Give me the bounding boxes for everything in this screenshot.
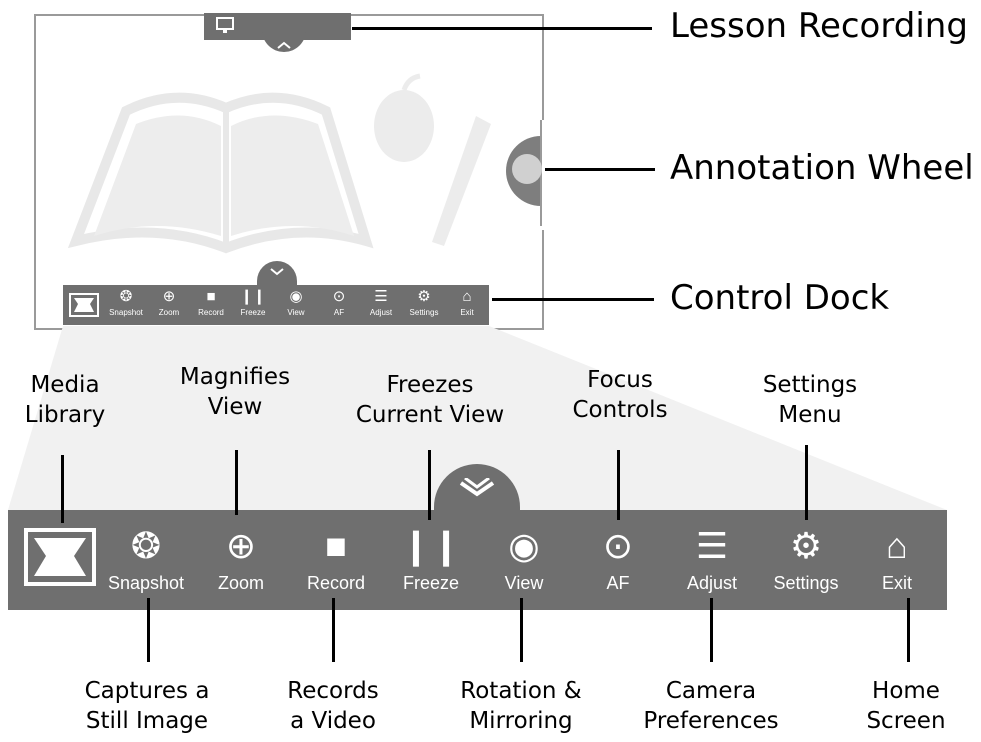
dock-small-freeze[interactable]: ❙❙ Freeze — [234, 286, 272, 317]
zoom-in-icon: ⊕ — [225, 525, 257, 566]
leader-snapshot — [147, 598, 150, 662]
crosshair-icon: ⊙ — [602, 525, 634, 566]
dock-small-view[interactable]: ◉ View — [277, 286, 315, 317]
dock-record[interactable]: ■ Record — [290, 520, 382, 594]
leader-record — [332, 598, 335, 662]
dock-small-snapshot[interactable]: ❂ Snapshot — [107, 286, 145, 317]
crosshair-icon: ⊙ — [332, 288, 346, 305]
gear-icon: ⚙ — [417, 288, 431, 305]
label-media-library: Media Library — [24, 372, 106, 428]
sliders-icon: ☰ — [374, 288, 388, 305]
aperture-icon: ❂ — [119, 288, 133, 305]
leader-adjust — [710, 598, 713, 662]
dock-small-record[interactable]: ■ Record — [192, 286, 230, 317]
callout-annotation-wheel: Annotation Wheel — [670, 148, 974, 188]
dock-small-af[interactable]: ⊙ AF — [320, 286, 358, 317]
chevron-up-icon — [277, 41, 291, 49]
video-camera-icon: ■ — [206, 288, 216, 305]
dock-snapshot[interactable]: ❂ Snapshot — [100, 520, 192, 594]
leader-freeze — [428, 450, 431, 520]
pause-icon: ❙❙ — [240, 288, 266, 305]
lesson-recording-leader — [352, 27, 652, 30]
label-camera-preferences: Camera Preferences — [643, 678, 779, 734]
chevron-down-icon — [459, 478, 495, 497]
eye-icon: ◉ — [289, 288, 303, 305]
callout-control-dock: Control Dock — [670, 278, 890, 318]
control-dock-leader — [492, 298, 654, 301]
leader-settings — [805, 445, 808, 520]
pause-icon: ❙❙ — [400, 525, 462, 566]
label-focus-controls: Focus Controls — [572, 367, 668, 423]
gear-icon: ⚙ — [789, 525, 823, 566]
annotation-wheel-leader — [545, 168, 655, 171]
label-freezes-view: Freezes Current View — [355, 372, 505, 428]
video-camera-icon: ■ — [325, 525, 347, 566]
zoom-in-icon: ⊕ — [162, 288, 176, 305]
label-captures-still: Captures a Still Image — [84, 678, 210, 734]
dock-adjust[interactable]: ☰ Adjust — [666, 520, 758, 594]
dock-zoom[interactable]: ⊕ Zoom — [195, 520, 287, 594]
dock-af[interactable]: ⊙ AF — [572, 520, 664, 594]
label-settings-menu: Settings Menu — [762, 372, 858, 428]
label-home-screen: Home Screen — [866, 678, 946, 734]
home-icon: ⌂ — [886, 525, 908, 566]
label-magnifies-view: Magnifies View — [179, 364, 291, 420]
dock-small-adjust[interactable]: ☰ Adjust — [362, 286, 400, 317]
leader-media-library — [61, 455, 64, 523]
monitor-icon — [216, 17, 234, 33]
wheel-mask — [542, 120, 602, 230]
dock-view[interactable]: ◉ View — [478, 520, 570, 594]
label-rotation-mirroring: Rotation & Mirroring — [460, 678, 582, 734]
leader-exit — [907, 598, 910, 662]
aperture-icon: ❂ — [130, 525, 162, 566]
leader-af — [617, 450, 620, 520]
dock-small-zoom[interactable]: ⊕ Zoom — [150, 286, 188, 317]
sliders-icon: ☰ — [695, 525, 729, 566]
leader-zoom — [235, 450, 238, 515]
dock-small-settings[interactable]: ⚙ Settings — [405, 286, 443, 317]
dock-freeze[interactable]: ❙❙ Freeze — [385, 520, 477, 594]
home-icon: ⌂ — [462, 288, 472, 305]
pen-icon — [512, 154, 542, 184]
dock-settings[interactable]: ⚙ Settings — [760, 520, 852, 594]
media-library-icon[interactable] — [68, 292, 100, 318]
dock-exit[interactable]: ⌂ Exit — [851, 520, 943, 594]
dock-small-exit[interactable]: ⌂ Exit — [448, 286, 486, 317]
callout-lesson-recording: Lesson Recording — [670, 6, 968, 46]
chevron-down-icon — [270, 268, 284, 276]
eye-icon: ◉ — [508, 525, 540, 566]
leader-view — [520, 598, 523, 662]
label-records-video: Records a Video — [287, 678, 379, 734]
media-library-icon[interactable] — [24, 528, 96, 586]
